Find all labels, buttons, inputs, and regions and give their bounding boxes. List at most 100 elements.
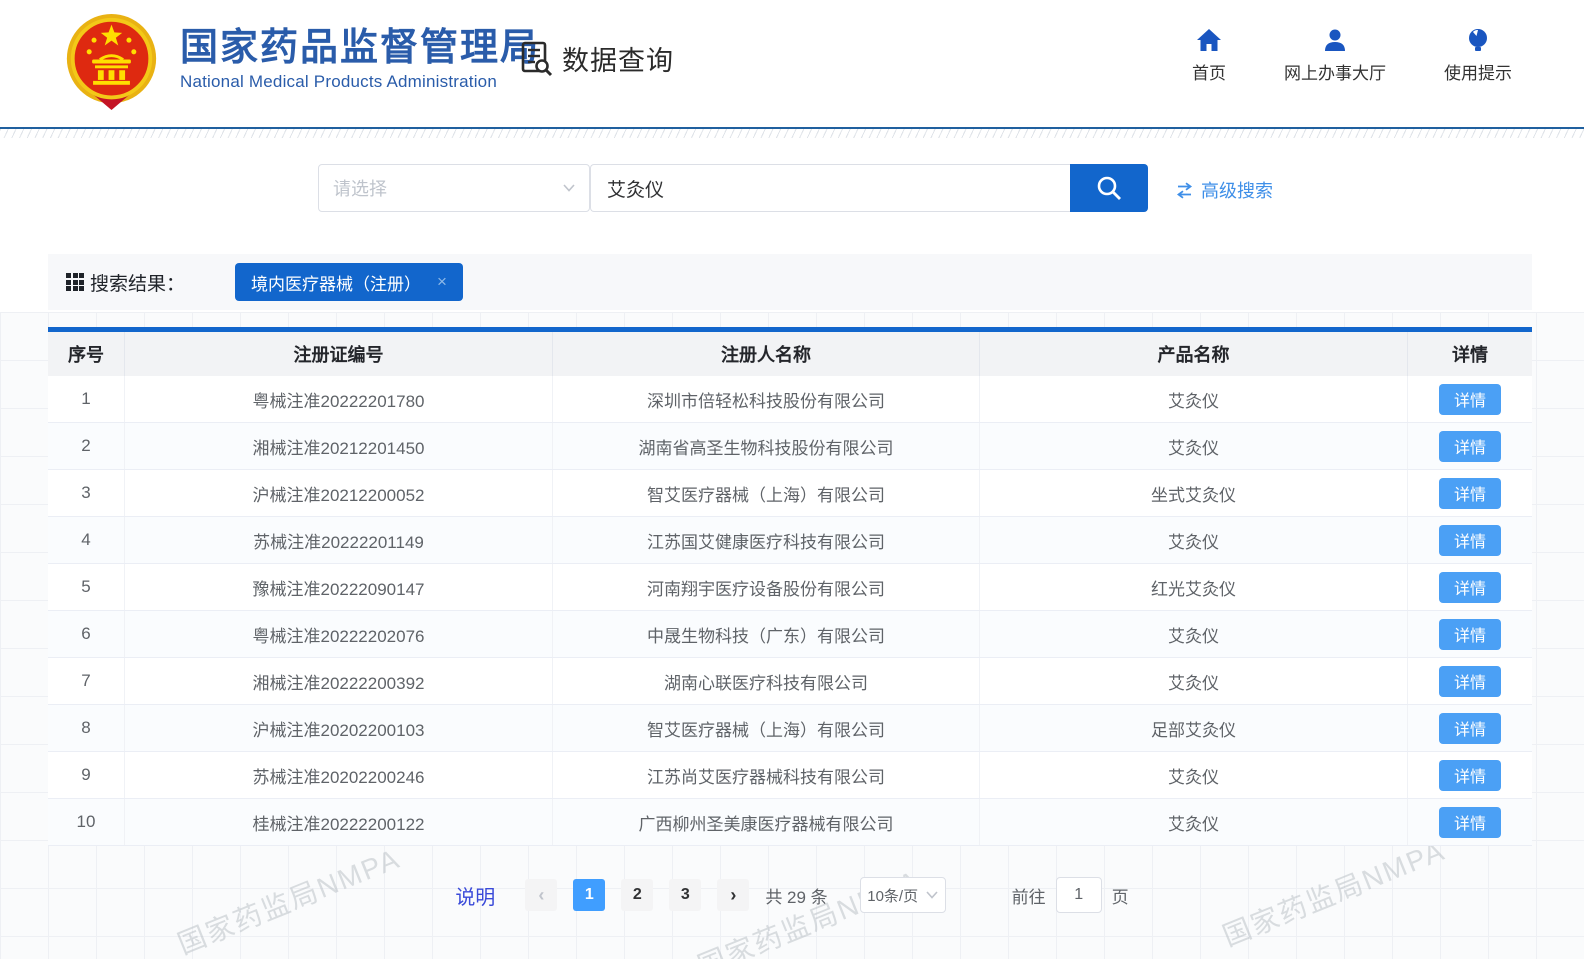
user-icon — [1322, 28, 1348, 52]
table-row: 9 苏械注准20202200246 江苏尚艾医疗器械科技有限公司 艾灸仪 详情 — [48, 752, 1532, 799]
product-name: 红光艾灸仪 — [980, 564, 1408, 610]
row-index: 7 — [48, 658, 125, 704]
detail-button[interactable]: 详情 — [1439, 666, 1501, 697]
cert-number: 苏械注准20222201149 — [125, 517, 553, 563]
registrant-name: 河南翔宇医疗设备股份有限公司 — [553, 564, 980, 610]
nav-item-service-hall[interactable]: 网上办事大厅 — [1284, 28, 1386, 84]
detail-button[interactable]: 详情 — [1439, 525, 1501, 556]
cert-number: 粤械注准20222202076 — [125, 611, 553, 657]
product-name: 艾灸仪 — [980, 423, 1408, 469]
nav-item-usage-tips[interactable]: 使用提示 — [1444, 28, 1512, 84]
data-query-module-title: 数据查询 — [516, 38, 674, 78]
product-name: 艾灸仪 — [980, 376, 1408, 422]
registrant-name: 深圳市倍轻松科技股份有限公司 — [553, 376, 980, 422]
data-query-icon — [516, 38, 556, 78]
close-icon[interactable]: × — [437, 272, 447, 292]
table-row: 3 沪械注准20212200052 智艾医疗器械（上海）有限公司 坐式艾灸仪 详… — [48, 470, 1532, 517]
chevron-down-icon — [563, 184, 575, 192]
row-index: 9 — [48, 752, 125, 798]
prev-page-button[interactable]: ‹ — [525, 879, 557, 911]
registrant-name: 湖南心联医疗科技有限公司 — [553, 658, 980, 704]
cert-number: 苏械注准20202200246 — [125, 752, 553, 798]
filter-sliders-icon — [1175, 181, 1194, 200]
registrant-name: 智艾医疗器械（上海）有限公司 — [553, 470, 980, 516]
product-name: 艾灸仪 — [980, 752, 1408, 798]
cert-number: 湘械注准20222200392 — [125, 658, 553, 704]
module-title-text: 数据查询 — [562, 39, 674, 78]
cert-number: 豫械注准20222090147 — [125, 564, 553, 610]
detail-button[interactable]: 详情 — [1439, 572, 1501, 603]
cert-number: 粤械注准20222201780 — [125, 376, 553, 422]
table-body: 1 粤械注准20222201780 深圳市倍轻松科技股份有限公司 艾灸仪 详情 … — [48, 376, 1532, 846]
goto-page-input[interactable] — [1056, 877, 1102, 913]
search-input[interactable] — [590, 164, 1070, 212]
search-button[interactable] — [1070, 164, 1148, 212]
cert-number: 湘械注准20212201450 — [125, 423, 553, 469]
registrant-name: 湖南省高圣生物科技股份有限公司 — [553, 423, 980, 469]
table-header-row: 序号 注册证编号 注册人名称 产品名称 详情 — [48, 332, 1532, 376]
detail-button[interactable]: 详情 — [1439, 760, 1501, 791]
detail-button[interactable]: 详情 — [1439, 619, 1501, 650]
pagination-bar: 说明 ‹ 1 2 3 › 共 29 条 10条/页 前往 页 — [0, 877, 1584, 913]
row-index: 3 — [48, 470, 125, 516]
header-nav: 首页 网上办事大厅 使用提示 — [1192, 28, 1512, 84]
table-row: 6 粤械注准20222202076 中晟生物科技（广东）有限公司 艾灸仪 详情 — [48, 611, 1532, 658]
nav-item-home[interactable]: 首页 — [1192, 28, 1226, 84]
product-name: 艾灸仪 — [980, 517, 1408, 563]
org-title-block: 国家药品监督管理局 National Medical Products Admi… — [180, 26, 540, 92]
table-row: 2 湘械注准20212201450 湖南省高圣生物科技股份有限公司 艾灸仪 详情 — [48, 423, 1532, 470]
filter-tag-label: 境内医疗器械（注册） — [251, 270, 421, 295]
cert-number: 桂械注准20222200122 — [125, 799, 553, 845]
goto-page-group: 前往 页 — [1012, 877, 1129, 913]
registrant-name: 智艾医疗器械（上海）有限公司 — [553, 705, 980, 751]
row-index: 1 — [48, 376, 125, 422]
column-header-product: 产品名称 — [980, 332, 1408, 376]
org-name-zh: 国家药品监督管理局 — [180, 26, 540, 70]
next-page-button[interactable]: › — [717, 879, 749, 911]
search-icon — [1094, 173, 1124, 203]
table-row: 5 豫械注准20222090147 河南翔宇医疗设备股份有限公司 红光艾灸仪 详… — [48, 564, 1532, 611]
column-header-detail: 详情 — [1408, 332, 1532, 376]
detail-button[interactable]: 详情 — [1439, 478, 1501, 509]
detail-button[interactable]: 详情 — [1439, 713, 1501, 744]
column-header-index: 序号 — [48, 332, 125, 376]
page-size-select[interactable]: 10条/页 — [860, 877, 946, 913]
product-name: 足部艾灸仪 — [980, 705, 1408, 751]
page-header: 国家药品监督管理局 National Medical Products Admi… — [0, 0, 1584, 118]
goto-suffix: 页 — [1112, 883, 1129, 908]
lightbulb-icon — [1466, 28, 1490, 52]
table-row: 4 苏械注准20222201149 江苏国艾健康医疗科技有限公司 艾灸仪 详情 — [48, 517, 1532, 564]
registrant-name: 江苏国艾健康医疗科技有限公司 — [553, 517, 980, 563]
product-name: 艾灸仪 — [980, 611, 1408, 657]
table-row: 8 沪械注准20202200103 智艾医疗器械（上海）有限公司 足部艾灸仪 详… — [48, 705, 1532, 752]
home-icon — [1196, 28, 1222, 52]
nmpa-emblem-logo — [63, 13, 160, 110]
row-index: 10 — [48, 799, 125, 845]
search-results-bar: 搜索结果： 境内医疗器械（注册） × — [48, 254, 1532, 310]
column-header-cert-number: 注册证编号 — [125, 332, 553, 376]
nav-label: 网上办事大厅 — [1284, 59, 1386, 84]
registrant-name: 广西柳州圣美康医疗器械有限公司 — [553, 799, 980, 845]
advanced-search-link[interactable]: 高级搜索 — [1175, 177, 1273, 203]
chevron-down-icon — [926, 891, 938, 899]
org-name-en: National Medical Products Administration — [180, 72, 540, 92]
page-size-value: 10条/页 — [867, 885, 918, 906]
detail-button[interactable]: 详情 — [1439, 384, 1501, 415]
cert-number: 沪械注准20202200103 — [125, 705, 553, 751]
detail-button[interactable]: 详情 — [1439, 807, 1501, 838]
note-link[interactable]: 说明 — [455, 881, 495, 910]
results-table: 序号 注册证编号 注册人名称 产品名称 详情 1 粤械注准20222201780… — [48, 327, 1532, 846]
page-button-1[interactable]: 1 — [573, 879, 605, 911]
column-header-registrant: 注册人名称 — [553, 332, 980, 376]
row-index: 5 — [48, 564, 125, 610]
page-button-3[interactable]: 3 — [669, 879, 701, 911]
page-button-2[interactable]: 2 — [621, 879, 653, 911]
category-select[interactable]: 请选择 — [318, 164, 590, 212]
filter-tag-domestic-device[interactable]: 境内医疗器械（注册） × — [235, 263, 463, 301]
detail-button[interactable]: 详情 — [1439, 431, 1501, 462]
cert-number: 沪械注准20212200052 — [125, 470, 553, 516]
advanced-search-label: 高级搜索 — [1201, 177, 1273, 203]
product-name: 坐式艾灸仪 — [980, 470, 1408, 516]
nmpa-data-query-page: 国家药品监督管理局 National Medical Products Admi… — [0, 0, 1584, 959]
table-row: 10 桂械注准20222200122 广西柳州圣美康医疗器械有限公司 艾灸仪 详… — [48, 799, 1532, 846]
